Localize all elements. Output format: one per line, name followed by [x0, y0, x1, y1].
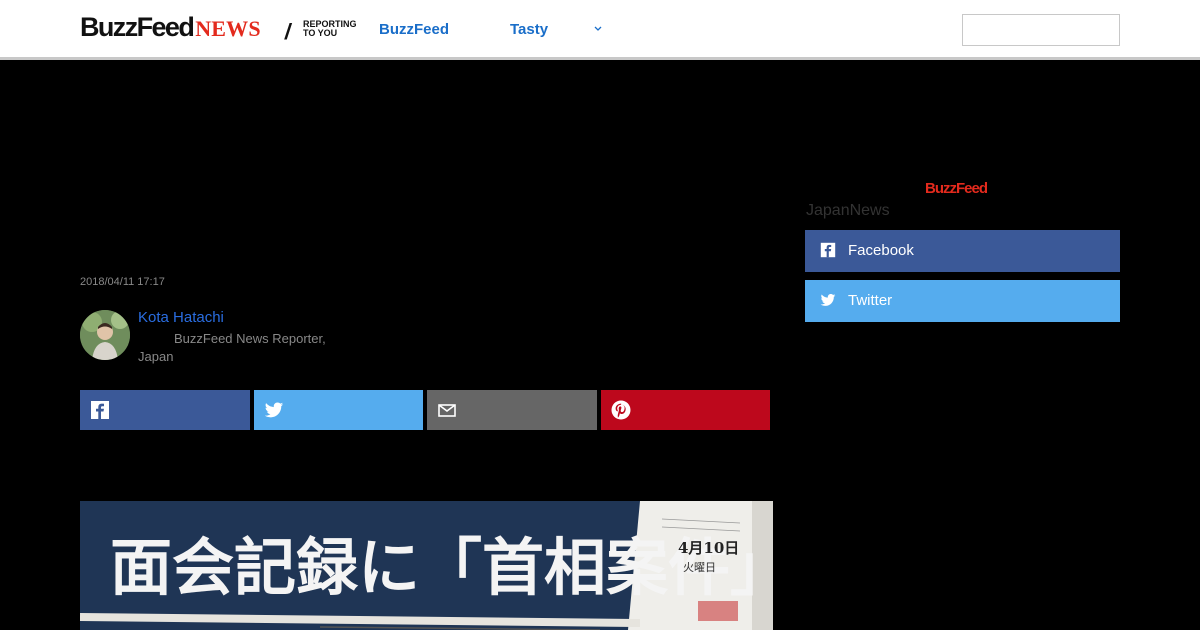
nav-link-tasty[interactable]: Tasty [510, 21, 548, 38]
chevron-down-icon[interactable] [591, 21, 605, 35]
logo-slash: / [283, 19, 293, 44]
site-header: BuzzFeed NEWS / REPORTING TO YOU BuzzFee… [0, 0, 1200, 60]
email-icon [438, 404, 456, 417]
follow-facebook-button[interactable]: Facebook [805, 230, 1120, 272]
sidebar-title: JapanNews [806, 202, 890, 219]
author-name-link[interactable]: Kota Hatachi [138, 309, 224, 326]
hero-weekday-stamp: 火曜日 [683, 561, 716, 574]
author-avatar[interactable] [80, 310, 130, 360]
search-input[interactable] [962, 14, 1120, 46]
nav-link-buzzfeed[interactable]: BuzzFeed [379, 21, 449, 38]
follow-twitter-label: Twitter [848, 292, 893, 309]
logo-buzzfeed-text: BuzzFeed [80, 12, 195, 42]
pinterest-icon [611, 400, 630, 420]
share-bar [80, 390, 770, 430]
logo-tagline-line2: TO YOU [303, 28, 338, 38]
facebook-icon [820, 242, 836, 258]
article-hero-image[interactable]: 面会記録に「首相案件」 4月10日 火曜日 [80, 501, 773, 630]
logo-news-text: NEWS [195, 16, 261, 41]
share-email-button[interactable] [427, 390, 597, 430]
share-twitter-button[interactable] [253, 390, 423, 430]
sidebar-buzzfeed-logo[interactable]: BuzzFeed [925, 180, 988, 197]
share-facebook-button[interactable] [80, 390, 250, 430]
follow-facebook-label: Facebook [848, 242, 914, 259]
follow-twitter-button[interactable]: Twitter [805, 280, 1120, 322]
twitter-icon [264, 402, 283, 418]
hero-date-stamp: 4月10日 [678, 539, 739, 557]
facebook-icon [91, 401, 109, 419]
article-timestamp: 2018/04/11 17:17 [80, 276, 165, 288]
buzzfeed-news-logo[interactable]: BuzzFeed NEWS / REPORTING TO YOU [80, 12, 357, 45]
share-pinterest-button[interactable] [600, 390, 770, 430]
logo-tagline: REPORTING TO YOU [303, 20, 363, 38]
author-role: BuzzFeed News Reporter, Japan [138, 331, 326, 364]
hero-headline-text: 面会記録に「首相案件」 [110, 531, 773, 604]
twitter-icon [820, 294, 836, 306]
newspaper-photo: 面会記録に「首相案件」 4月10日 火曜日 [80, 501, 773, 630]
